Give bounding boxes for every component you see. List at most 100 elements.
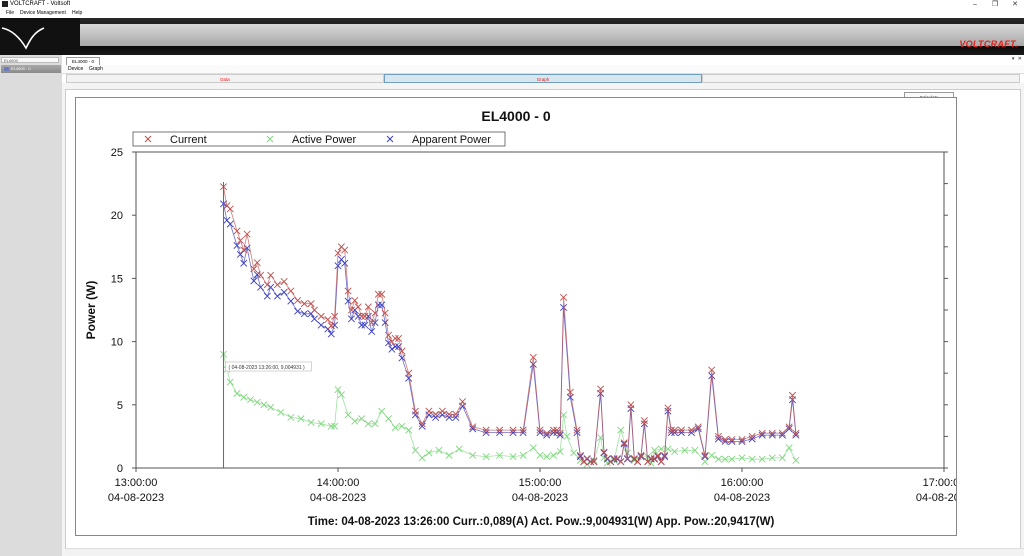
data-point: [260, 401, 268, 409]
data-point: [354, 303, 362, 311]
data-point: [287, 287, 295, 295]
x-tick-label-date: 04-08-2023: [310, 492, 366, 504]
data-point: [425, 449, 433, 457]
data-point: [432, 413, 440, 421]
window-title: VOLTCRAFT - Voltsoft: [10, 1, 71, 7]
x-tick-label-date: 04-08-2023: [916, 492, 956, 504]
data-point: [398, 422, 406, 430]
data-point: [250, 277, 258, 285]
y-tick-label: 15: [111, 273, 123, 285]
x-tick-label-date: 04-08-2023: [714, 492, 770, 504]
data-point: [785, 444, 793, 452]
tab-graph[interactable]: Graph: [384, 74, 702, 83]
chart-container: EL4000 - 005101520250,000,010,020,030,04…: [75, 97, 1000, 536]
brand-banner: VOLTCRAFT.: [0, 18, 1024, 55]
y-tick-label: 0: [117, 463, 123, 475]
menu-help[interactable]: Help: [72, 9, 82, 18]
menu-graph[interactable]: Graph: [89, 65, 103, 73]
data-point: [459, 398, 467, 406]
data-point: [243, 230, 251, 238]
data-point: [529, 444, 537, 452]
data-point: [617, 426, 625, 434]
data-point: [384, 415, 393, 423]
data-point: [267, 271, 275, 279]
y-tick-label: 25: [111, 147, 123, 159]
data-point: [411, 446, 419, 454]
data-point: [708, 451, 716, 459]
data-point: [432, 410, 440, 418]
x-tick-label-time: 16:00:00: [721, 477, 764, 489]
data-point: [273, 281, 281, 289]
data-point: [792, 456, 800, 464]
y-tick-label: 5: [117, 400, 123, 412]
view-tabs: Data Graph: [62, 74, 1024, 83]
data-point: [317, 312, 325, 320]
minimize-button[interactable]: –: [968, 0, 982, 9]
logo-swoosh-icon: [1, 27, 45, 50]
device-sidebar: EL4000 EL4000 - 0: [0, 55, 63, 556]
sidebar-item-label: EL4000 - 0: [11, 66, 31, 71]
logo-mark: [0, 18, 80, 55]
data-point: [438, 407, 446, 415]
sidebar-item-device[interactable]: EL4000 - 0: [1, 65, 61, 73]
data-point: [570, 449, 578, 457]
data-point: [455, 445, 463, 453]
close-document-icon[interactable]: ✕: [1018, 56, 1022, 62]
data-point: [226, 205, 234, 213]
y-tick-label: 10: [111, 337, 123, 349]
chart-title: EL4000 - 0: [481, 108, 550, 124]
data-point: [246, 396, 254, 404]
menu-device-management[interactable]: Device Management: [20, 9, 66, 18]
y-tick-label: 20: [111, 210, 123, 222]
data-point: [294, 307, 302, 315]
menu-device[interactable]: Device: [68, 65, 83, 73]
data-point: [294, 297, 302, 305]
data-point: [351, 297, 359, 305]
data-point: [364, 303, 372, 311]
data-point: [351, 417, 359, 425]
x-tick-label-date: 04-08-2023: [108, 492, 164, 504]
data-point: [543, 453, 551, 461]
data-point: [233, 227, 241, 235]
legend-label: Active Power: [292, 134, 357, 146]
data-point: [267, 283, 275, 291]
horizontal-scrollbar[interactable]: [66, 548, 1024, 555]
data-point: [418, 454, 426, 462]
data-point: [257, 283, 265, 291]
data-point: [263, 281, 271, 289]
tab-data[interactable]: Data: [66, 74, 384, 83]
data-point: [310, 306, 318, 314]
menu-file[interactable]: File: [6, 9, 14, 18]
data-point: [240, 393, 248, 401]
data-point: [233, 389, 241, 397]
chart-svg: EL4000 - 005101520250,000,010,020,030,04…: [84, 108, 1000, 528]
app-icon: [2, 1, 8, 7]
x-tick-label-time: 13:00:00: [115, 477, 158, 489]
data-point: [253, 259, 261, 267]
series-line: [223, 203, 797, 463]
data-point: [263, 292, 271, 300]
data-point: [435, 446, 443, 454]
x-tick-label-time: 15:00:00: [519, 477, 562, 489]
data-point: [344, 411, 352, 419]
document-menu: Device Graph: [62, 65, 1024, 74]
data-point: [358, 415, 366, 423]
data-point: [240, 246, 248, 254]
data-point: [226, 378, 234, 386]
document-controls: ▾ ✕: [1010, 56, 1022, 62]
data-point: [240, 259, 248, 267]
x-tick-label-time: 17:00:00: [923, 477, 956, 489]
restore-button[interactable]: ❐: [988, 0, 1002, 9]
data-point: [267, 403, 275, 411]
x-tick-label-date: 04-08-2023: [512, 492, 568, 504]
data-point: [280, 288, 288, 296]
data-point: [425, 407, 433, 415]
plot-frame: [135, 151, 945, 469]
pin-icon[interactable]: ▾: [1012, 56, 1015, 62]
data-point: [378, 407, 386, 415]
close-button[interactable]: ✕: [1008, 0, 1022, 9]
data-point: [236, 250, 244, 258]
data-point: [253, 398, 261, 406]
x-tick-label-time: 14:00:00: [317, 477, 360, 489]
data-point: [277, 408, 285, 416]
